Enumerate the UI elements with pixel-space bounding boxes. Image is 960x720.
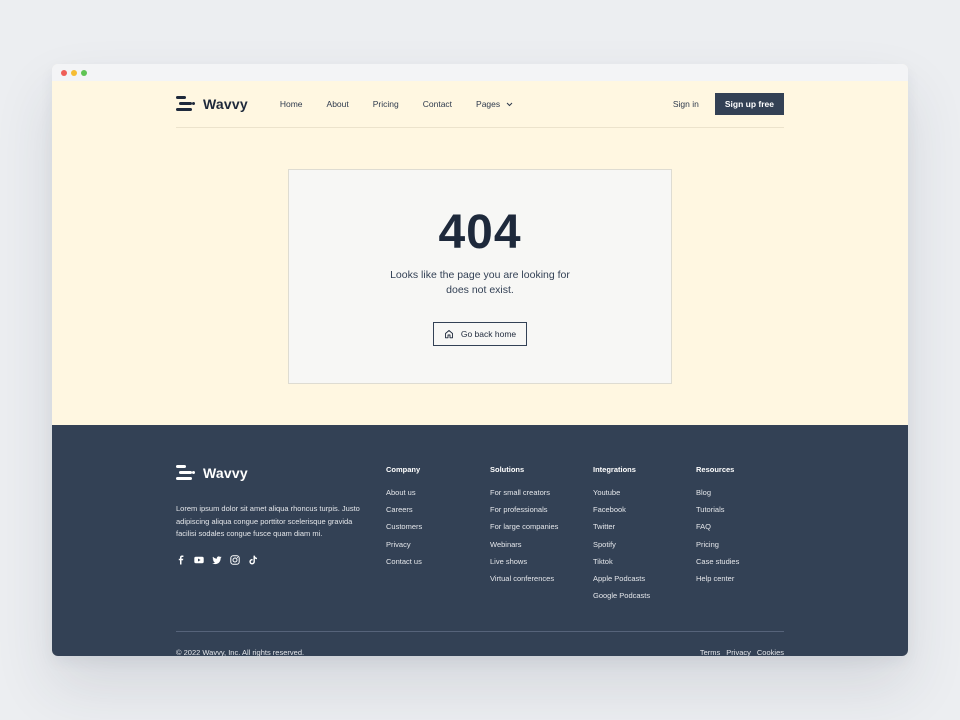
- footer-link[interactable]: Contact us: [386, 553, 422, 570]
- wavvy-logo-icon: [176, 465, 195, 481]
- footer-link[interactable]: For small creators: [490, 484, 558, 501]
- footer-link[interactable]: Youtube: [593, 484, 650, 501]
- footer-link[interactable]: Careers: [386, 501, 422, 518]
- footer-description: Lorem ipsum dolor sit amet aliqua rhoncu…: [176, 504, 360, 538]
- footer-brand[interactable]: Wavvy: [176, 465, 248, 481]
- window-titlebar: [52, 64, 908, 81]
- error-message: Looks like the page you are looking for …: [390, 269, 570, 296]
- footer-link[interactable]: Help center: [696, 570, 739, 587]
- footer-link[interactable]: Tiktok: [593, 553, 650, 570]
- footer-column-title: Solutions: [490, 465, 525, 474]
- footer-link[interactable]: Blog: [696, 484, 739, 501]
- browser-window: Wavvy Home About Pricing Contact Pages S…: [52, 64, 908, 656]
- chevron-down-icon: [506, 102, 513, 106]
- footer-column-integrations: Integrations Youtube Facebook Twitter Sp…: [593, 465, 650, 604]
- close-dot[interactable]: [61, 69, 67, 76]
- cookies-link[interactable]: Cookies: [757, 648, 784, 656]
- instagram-icon[interactable]: [230, 555, 240, 565]
- footer-column-company: Company About us Careers Customers Priva…: [386, 465, 422, 570]
- top-nav: Wavvy Home About Pricing Contact Pages S…: [176, 81, 784, 128]
- error-code: 404: [438, 206, 522, 259]
- brand-name: Wavvy: [203, 96, 248, 112]
- nav-link-pricing[interactable]: Pricing: [373, 99, 399, 109]
- minimize-dot[interactable]: [71, 69, 77, 76]
- nav-link-contact[interactable]: Contact: [423, 99, 452, 109]
- footer-link[interactable]: Customers: [386, 518, 422, 535]
- go-back-home-label: Go back home: [460, 329, 517, 339]
- sign-in-link[interactable]: Sign in: [673, 99, 699, 109]
- nav-actions: Sign in Sign up free: [673, 93, 784, 115]
- footer-divider: [176, 631, 784, 632]
- go-back-home-button[interactable]: Go back home: [432, 322, 528, 346]
- hero-section: Wavvy Home About Pricing Contact Pages S…: [52, 81, 908, 425]
- footer-link[interactable]: Webinars: [490, 536, 558, 553]
- site-footer: Wavvy Lorem ipsum dolor sit amet aliqua …: [52, 425, 908, 656]
- footer-link[interactable]: For large companies: [490, 518, 558, 535]
- nav-pages-dropdown[interactable]: Pages: [476, 99, 513, 109]
- footer-link[interactable]: For professionals: [490, 501, 558, 518]
- house-icon: [444, 330, 453, 339]
- wavvy-logo-icon: [176, 96, 195, 112]
- footer-link[interactable]: Facebook: [593, 501, 650, 518]
- footer-link[interactable]: Spotify: [593, 536, 650, 553]
- brand[interactable]: Wavvy: [176, 96, 248, 112]
- maximize-dot[interactable]: [81, 69, 87, 76]
- footer-column-title: Integrations: [593, 465, 636, 474]
- twitter-icon[interactable]: [212, 555, 222, 565]
- error-card: 404 Looks like the page you are looking …: [288, 169, 672, 384]
- footer-brand-name: Wavvy: [203, 465, 248, 481]
- footer-column-title: Resources: [696, 465, 735, 474]
- footer-link[interactable]: Google Podcasts: [593, 587, 650, 604]
- footer-column-resources: Resources Blog Tutorials FAQ Pricing Cas…: [696, 465, 739, 587]
- legal-links: Terms Privacy Cookies: [700, 648, 784, 656]
- facebook-icon[interactable]: [176, 555, 186, 565]
- nav-link-home[interactable]: Home: [280, 99, 303, 109]
- copyright-text: © 2022 Wavvy, Inc. All rights reserved.: [176, 648, 305, 656]
- terms-link[interactable]: Terms: [700, 648, 720, 656]
- nav-link-about[interactable]: About: [327, 99, 349, 109]
- footer-link[interactable]: FAQ: [696, 518, 739, 535]
- footer-link[interactable]: Tutorials: [696, 501, 739, 518]
- footer-link[interactable]: Apple Podcasts: [593, 570, 650, 587]
- social-links: [176, 555, 258, 565]
- footer-link[interactable]: Case studies: [696, 553, 739, 570]
- privacy-link[interactable]: Privacy: [726, 648, 751, 656]
- tiktok-icon[interactable]: [248, 555, 258, 565]
- footer-column-title: Company: [386, 465, 421, 474]
- footer-link[interactable]: Pricing: [696, 536, 739, 553]
- sign-up-button[interactable]: Sign up free: [714, 93, 784, 115]
- footer-link[interactable]: Twitter: [593, 518, 650, 535]
- footer-link[interactable]: Live shows: [490, 553, 558, 570]
- footer-link[interactable]: About us: [386, 484, 422, 501]
- footer-link[interactable]: Virtual conferences: [490, 570, 558, 587]
- footer-link[interactable]: Privacy: [386, 536, 422, 553]
- youtube-icon[interactable]: [194, 555, 204, 565]
- page: Wavvy Home About Pricing Contact Pages S…: [52, 81, 908, 656]
- nav-links: Home About Pricing Contact Pages: [280, 99, 513, 109]
- nav-pages-label: Pages: [476, 99, 501, 109]
- footer-column-solutions: Solutions For small creators For profess…: [490, 465, 558, 587]
